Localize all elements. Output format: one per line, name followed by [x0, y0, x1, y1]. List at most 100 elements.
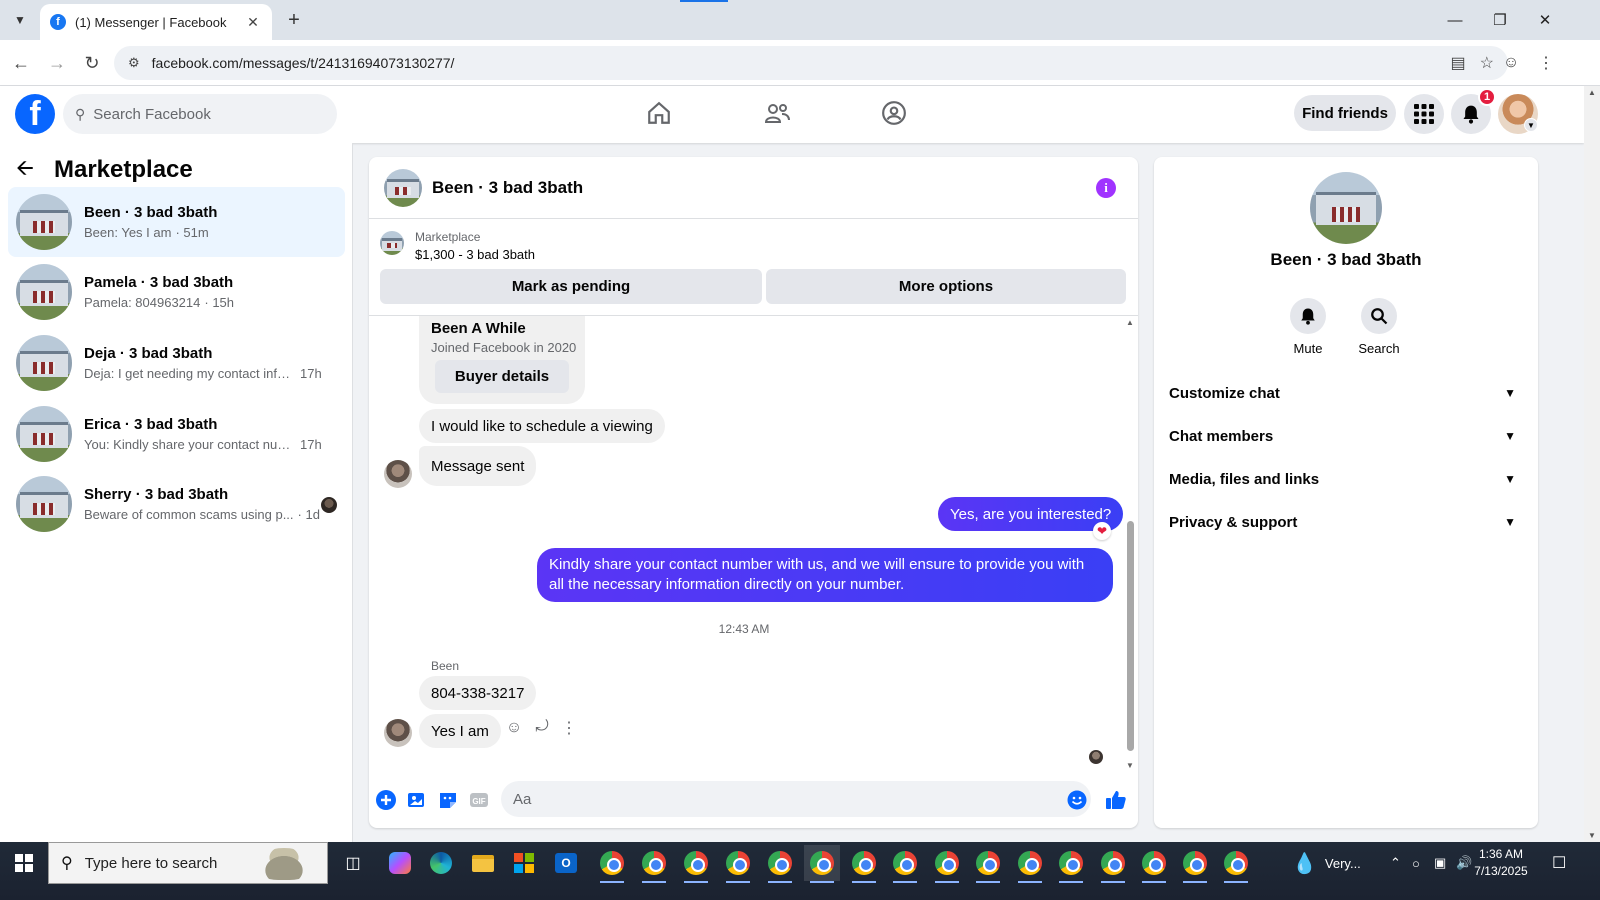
- mute-button[interactable]: Mute: [1278, 298, 1338, 356]
- notification-center-icon[interactable]: ☐: [1552, 842, 1566, 884]
- system-clock[interactable]: 1:36 AM 7/13/2025: [1466, 846, 1536, 880]
- chrome-profile-icon[interactable]: [970, 845, 1006, 883]
- groups-icon[interactable]: [879, 98, 909, 128]
- facebook-search-input[interactable]: [93, 105, 314, 123]
- chat-scroll-down-icon[interactable]: ▼: [1126, 761, 1134, 770]
- back-arrow-icon[interactable]: 🡨: [16, 151, 46, 189]
- file-explorer-icon[interactable]: [465, 845, 501, 881]
- customize-chat-section[interactable]: Customize chat ▼: [1162, 373, 1530, 413]
- chrome-profile-icon[interactable]: [846, 845, 882, 883]
- url-text[interactable]: facebook.com/messages/t/2413169407313027…: [152, 55, 1451, 71]
- chrome-profile-icon[interactable]: [594, 845, 630, 883]
- close-tab-icon[interactable]: ✕: [244, 14, 262, 31]
- chrome-profile-icon[interactable]: [1136, 845, 1172, 883]
- react-smiley-icon[interactable]: ☺: [504, 719, 524, 737]
- reload-icon[interactable]: ↻: [80, 51, 104, 75]
- weather-widget[interactable]: 💧 Very...: [1292, 842, 1361, 884]
- heart-reaction-icon[interactable]: ❤: [1093, 522, 1111, 540]
- privacy-support-section[interactable]: Privacy & support ▼: [1162, 502, 1530, 542]
- plus-circle-icon[interactable]: [375, 789, 397, 811]
- conversation-preview: Deja: I get needing my contact info t...: [84, 366, 296, 381]
- chrome-profile-icon[interactable]: [804, 845, 840, 883]
- show-hidden-icons-icon[interactable]: ⌃: [1390, 842, 1401, 884]
- message-input[interactable]: [501, 781, 1091, 817]
- mark-as-pending-button[interactable]: Mark as pending: [380, 269, 762, 304]
- taskbar-search[interactable]: ⚲ Type here to search: [48, 842, 328, 884]
- chat-members-section[interactable]: Chat members ▼: [1162, 416, 1530, 456]
- copilot-icon[interactable]: [382, 845, 418, 881]
- chat-title[interactable]: Been · 3 bad 3bath: [432, 178, 583, 198]
- chrome-profile-icon[interactable]: [1012, 845, 1048, 883]
- conversation-item[interactable]: Deja · 3 bad 3bath Deja: I get needing m…: [8, 328, 345, 398]
- chrome-profile-icon[interactable]: [1095, 845, 1131, 883]
- search-in-chat-button[interactable]: Search: [1349, 298, 1409, 356]
- chrome-menu-icon[interactable]: ⋮: [1534, 51, 1558, 75]
- contact-large-avatar[interactable]: [1310, 172, 1382, 244]
- conversation-item[interactable]: Been · 3 bad 3bath Been: Yes I am · 51m: [8, 187, 345, 257]
- scroll-down-icon[interactable]: ▼: [1588, 831, 1596, 840]
- task-view-icon[interactable]: ◫: [335, 845, 371, 881]
- conversation-item[interactable]: Sherry · 3 bad 3bath Beware of common sc…: [8, 469, 345, 539]
- friends-icon[interactable]: [762, 98, 792, 128]
- listing-thumbnail[interactable]: [380, 231, 404, 255]
- chrome-profile-icon[interactable]: [720, 845, 756, 883]
- chrome-profile-icon[interactable]: [636, 845, 672, 883]
- buyer-joined: Joined Facebook in 2020: [431, 340, 577, 355]
- home-icon[interactable]: [644, 98, 674, 128]
- listing-title[interactable]: $1,300 - 3 bad 3bath: [415, 247, 535, 262]
- install-app-icon[interactable]: ▤: [1451, 53, 1466, 73]
- chrome-profile-icon[interactable]: [887, 845, 923, 883]
- facebook-logo-icon[interactable]: f: [15, 94, 55, 134]
- conversation-name: Deja · 3 bad 3bath: [84, 345, 213, 362]
- chrome-profile-icon[interactable]: [1218, 845, 1254, 883]
- page-scrollbar[interactable]: ▲ ▼: [1584, 86, 1600, 842]
- omnibox[interactable]: ⚙ facebook.com/messages/t/24131694073130…: [114, 46, 1508, 80]
- photo-icon[interactable]: [406, 789, 428, 811]
- store-icon[interactable]: [506, 845, 542, 881]
- profile-icon[interactable]: ☺: [1499, 51, 1523, 75]
- back-icon[interactable]: ←: [9, 51, 33, 75]
- reply-icon[interactable]: ⤾: [532, 718, 552, 736]
- start-windows-icon[interactable]: [0, 842, 48, 884]
- facebook-search[interactable]: ⚲: [63, 94, 337, 134]
- contact-avatar[interactable]: [384, 719, 412, 747]
- restore-icon[interactable]: ❐: [1477, 0, 1523, 40]
- chrome-profile-icon[interactable]: [1177, 845, 1213, 883]
- network-icon[interactable]: ▣: [1434, 842, 1446, 884]
- chrome-profile-icon[interactable]: [1053, 845, 1089, 883]
- more-options-button[interactable]: More options: [766, 269, 1126, 304]
- window-close-icon[interactable]: ✕: [1522, 0, 1568, 40]
- chrome-profile-icon[interactable]: [929, 845, 965, 883]
- bookmark-star-icon[interactable]: ☆: [1480, 53, 1494, 73]
- more-actions-icon[interactable]: ⋮: [559, 718, 579, 738]
- chat-avatar[interactable]: [384, 168, 422, 207]
- conversation-item[interactable]: Pamela · 3 bad 3bath Pamela: 804963214 · …: [8, 257, 345, 327]
- scroll-up-icon[interactable]: ▲: [1588, 88, 1596, 97]
- media-files-links-section[interactable]: Media, files and links ▼: [1162, 459, 1530, 499]
- chrome-profile-icon[interactable]: [762, 845, 798, 883]
- thumbs-up-icon[interactable]: [1105, 789, 1127, 811]
- find-friends-button[interactable]: Find friends: [1294, 95, 1396, 131]
- sticker-icon[interactable]: [437, 789, 459, 811]
- menu-grid-icon[interactable]: [1404, 94, 1444, 134]
- conversation-item[interactable]: Erica · 3 bad 3bath You: Kindly share yo…: [8, 399, 345, 469]
- forward-icon[interactable]: →: [45, 51, 69, 75]
- buyer-details-button[interactable]: Buyer details: [435, 360, 569, 393]
- new-tab-icon[interactable]: +: [282, 8, 306, 32]
- meet-now-icon[interactable]: ○: [1412, 842, 1420, 884]
- account-chevron-down-icon[interactable]: ▼: [1524, 118, 1538, 132]
- chrome-profile-icon[interactable]: [678, 845, 714, 883]
- chat-scroll-thumb[interactable]: [1127, 521, 1134, 751]
- tab-search-icon[interactable]: ▼: [8, 8, 32, 32]
- site-info-icon[interactable]: ⚙: [128, 55, 140, 71]
- edge-icon[interactable]: [423, 845, 459, 881]
- chat-scroll-up-icon[interactable]: ▲: [1126, 318, 1134, 327]
- info-icon[interactable]: i: [1096, 178, 1116, 198]
- emoji-icon[interactable]: [1066, 789, 1088, 811]
- gif-icon[interactable]: GIF: [468, 789, 490, 811]
- minimize-icon[interactable]: —: [1432, 0, 1478, 40]
- browser-tab[interactable]: f (1) Messenger | Facebook ✕: [40, 4, 272, 40]
- contact-avatar[interactable]: [384, 460, 412, 488]
- outlook-icon[interactable]: O: [548, 845, 584, 881]
- chat-scrollbar[interactable]: ▲ ▼: [1123, 316, 1138, 772]
